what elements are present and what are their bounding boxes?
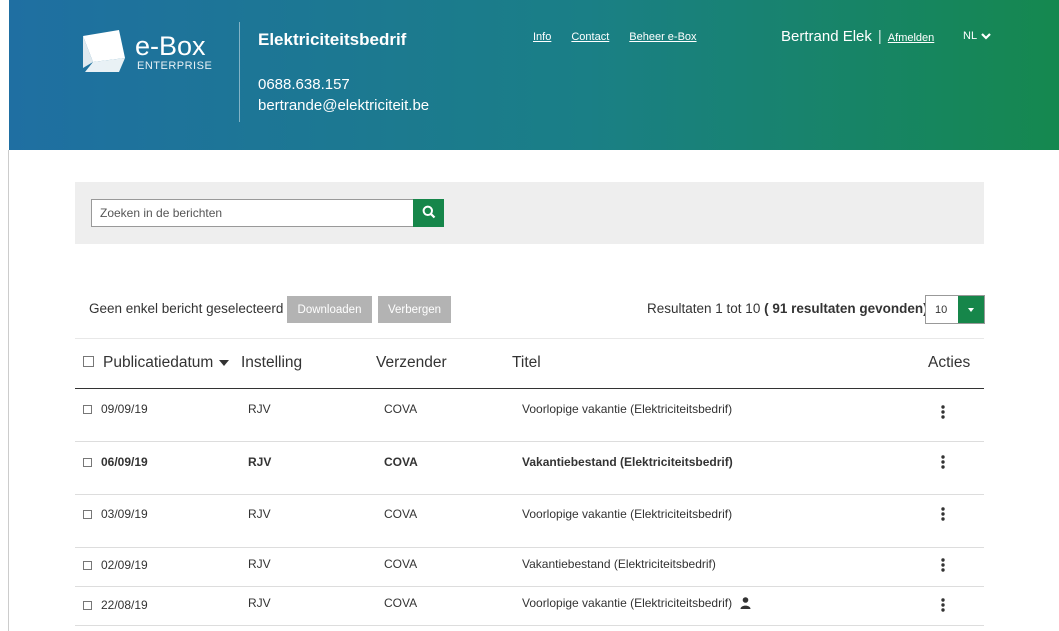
user-separator: | xyxy=(877,28,882,45)
row-title-wrapper[interactable]: Voorlopige vakantie (Elektriciteitsbedri… xyxy=(522,596,751,610)
date-text: 09/09/19 xyxy=(101,402,148,416)
row-date: 03/09/19 xyxy=(83,507,148,521)
header-divider xyxy=(239,22,240,122)
table-row[interactable]: 06/09/19 RJV COVA Vakantiebestand (Elekt… xyxy=(75,442,984,495)
column-label-date: Publicatiedatum xyxy=(103,354,214,371)
row-title[interactable]: Vakantiebestand (Elektriciteitsbedrif) xyxy=(522,455,733,469)
more-actions-icon[interactable] xyxy=(941,455,945,469)
table-row[interactable]: 09/09/19 RJV COVA Voorlopige vakantie (E… xyxy=(75,389,984,442)
top-links: Info Contact Beheer e-Box xyxy=(533,31,717,43)
row-sender: COVA xyxy=(384,455,418,469)
row-sender: COVA xyxy=(384,507,418,521)
row-institution: RJV xyxy=(248,455,272,469)
table-row[interactable]: 03/09/19 RJV COVA Voorlopige vakantie (E… xyxy=(75,495,984,548)
date-text: 02/09/19 xyxy=(101,558,148,572)
row-date: 06/09/19 xyxy=(83,455,148,469)
caret-down-icon xyxy=(968,308,974,312)
language-label: NL xyxy=(963,30,978,42)
content-left-border xyxy=(8,150,9,631)
person-icon xyxy=(740,597,751,609)
row-checkbox[interactable] xyxy=(83,458,92,467)
row-checkbox[interactable] xyxy=(83,561,92,570)
row-checkbox[interactable] xyxy=(83,601,92,610)
row-title[interactable]: Voorlopige vakantie (Elektriciteitsbedri… xyxy=(522,402,732,416)
date-text: 22/08/19 xyxy=(101,598,148,612)
row-institution: RJV xyxy=(248,507,271,521)
logo-text: e-Box xyxy=(135,31,206,61)
search-panel xyxy=(75,182,984,244)
organization-number: 0688.638.157 xyxy=(258,76,350,93)
column-publication-date[interactable]: Publicatiedatum xyxy=(83,354,230,372)
column-title: Titel xyxy=(512,354,541,371)
table-row[interactable]: 22/08/19 RJV COVA Voorlopige vakantie (E… xyxy=(75,587,984,626)
hide-button[interactable]: Verbergen xyxy=(378,296,451,323)
results-range: Resultaten 1 tot 10 xyxy=(647,301,761,316)
user-name: Bertrand Elek xyxy=(781,28,872,45)
selection-status: Geen enkel bericht geselecteerd xyxy=(89,301,284,316)
row-sender: COVA xyxy=(384,557,418,571)
row-sender: COVA xyxy=(384,402,418,416)
more-actions-icon[interactable] xyxy=(941,405,945,419)
page-size-dropdown-button[interactable] xyxy=(958,296,984,323)
row-sender: COVA xyxy=(384,596,418,610)
search-icon xyxy=(422,205,435,218)
row-date: 02/09/19 xyxy=(83,558,148,572)
search-input[interactable] xyxy=(91,199,413,227)
manage-ebox-link[interactable]: Beheer e-Box xyxy=(629,31,696,43)
more-actions-icon[interactable] xyxy=(941,598,945,612)
row-checkbox[interactable] xyxy=(83,510,92,519)
results-count: ( 91 resultaten gevonden) xyxy=(764,301,928,316)
language-selector[interactable]: NL xyxy=(963,30,991,42)
info-link[interactable]: Info xyxy=(533,31,551,43)
row-date: 22/08/19 xyxy=(83,598,148,612)
column-institution: Instelling xyxy=(241,354,303,371)
table-row[interactable]: 02/09/19 RJV COVA Vakantiebestand (Elekt… xyxy=(75,548,984,587)
page-size-select[interactable]: 10 xyxy=(925,295,985,324)
row-date: 09/09/19 xyxy=(83,402,148,416)
date-text: 06/09/19 xyxy=(101,455,148,469)
table-header: Publicatiedatum Instelling Verzender Tit… xyxy=(75,350,984,389)
more-actions-icon[interactable] xyxy=(941,558,945,572)
user-area: Bertrand Elek | Afmelden xyxy=(781,28,934,45)
column-actions: Acties xyxy=(928,354,971,371)
table-top-separator xyxy=(75,338,984,339)
ebox-logo[interactable]: e-Box ENTERPRISE xyxy=(79,28,219,78)
row-institution: RJV xyxy=(248,557,271,571)
row-title[interactable]: Vakantiebestand (Elektriciteitsbedrif) xyxy=(522,557,716,571)
logo-subtitle: ENTERPRISE xyxy=(137,60,213,72)
chevron-down-icon xyxy=(981,32,991,40)
row-institution: RJV xyxy=(248,596,271,610)
more-actions-icon[interactable] xyxy=(941,507,945,521)
organization-name: Elektriciteitsbedrif xyxy=(258,30,407,49)
contact-link[interactable]: Contact xyxy=(571,31,609,43)
row-title: Voorlopige vakantie (Elektriciteitsbedri… xyxy=(522,596,733,610)
download-button[interactable]: Downloaden xyxy=(287,296,372,323)
row-institution: RJV xyxy=(248,402,271,416)
select-all-checkbox[interactable] xyxy=(83,356,94,367)
date-text: 03/09/19 xyxy=(101,507,148,521)
organization-email: bertrande@elektriciteit.be xyxy=(258,97,430,114)
logout-link[interactable]: Afmelden xyxy=(888,32,934,44)
ebox-logo-icon xyxy=(83,30,125,72)
page-size-value: 10 xyxy=(935,304,948,316)
sort-descending-icon xyxy=(219,359,230,366)
results-summary: Resultaten 1 tot 10 ( 91 resultaten gevo… xyxy=(647,301,928,316)
app-header: e-Box ENTERPRISE Elektriciteitsbedrif 06… xyxy=(9,0,1059,150)
search-button[interactable] xyxy=(413,199,444,227)
row-title[interactable]: Voorlopige vakantie (Elektriciteitsbedri… xyxy=(522,507,732,521)
row-checkbox[interactable] xyxy=(83,405,92,414)
column-sender: Verzender xyxy=(376,354,447,371)
